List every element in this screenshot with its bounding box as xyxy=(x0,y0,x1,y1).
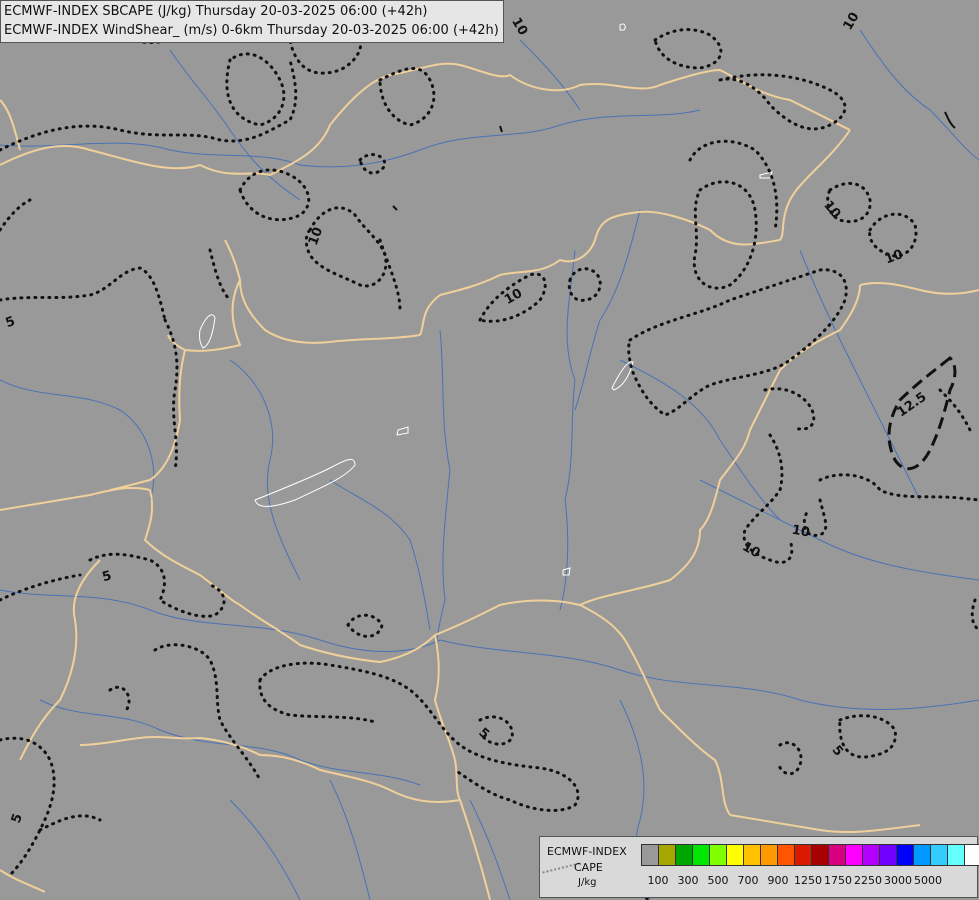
legend-tick-label: 500 xyxy=(707,874,729,887)
map-title-box: ECMWF-INDEX SBCAPE (J/kg) Thursday 20-03… xyxy=(0,0,504,43)
legend-swatch xyxy=(828,844,846,866)
legend-swatch xyxy=(709,844,727,866)
legend-tick-label: 1750 xyxy=(824,874,852,887)
legend-tick-label: 1250 xyxy=(794,874,822,887)
legend-swatch xyxy=(658,844,676,866)
legend-unit: J/kg xyxy=(578,877,597,888)
title-windshear: ECMWF-INDEX WindShear_ (m/s) 0-6km Thurs… xyxy=(4,23,499,38)
legend-swatch xyxy=(641,844,659,866)
legend-swatch xyxy=(930,844,948,866)
legend-tick-label: 3000 xyxy=(884,874,912,887)
legend-variable: CAPE xyxy=(574,861,603,874)
legend-swatch xyxy=(726,844,744,866)
legend-swatch xyxy=(862,844,880,866)
legend-swatch xyxy=(675,844,693,866)
legend-swatch xyxy=(896,844,914,866)
legend-color-scale xyxy=(641,844,979,866)
legend-tick-label: 300 xyxy=(677,874,699,887)
legend-swatch xyxy=(794,844,812,866)
legend-swatch xyxy=(777,844,795,866)
legend-tick-label: 100 xyxy=(647,874,669,887)
contour-label: 10 xyxy=(791,523,811,541)
legend-swatch xyxy=(964,844,979,866)
legend-swatch xyxy=(692,844,710,866)
weather-map: 10 10 10 10 10 10 10 12.5 5 5 5 5 5 10 xyxy=(0,0,979,900)
legend-swatch xyxy=(913,844,931,866)
legend-swatch xyxy=(760,844,778,866)
legend-swatch xyxy=(743,844,761,866)
legend-swatch xyxy=(947,844,965,866)
legend-swatch xyxy=(811,844,829,866)
legend-tick-label: 5000 xyxy=(914,874,942,887)
legend-tick-label: 900 xyxy=(767,874,789,887)
legend-model-name: ECMWF-INDEX xyxy=(547,845,627,858)
legend-tick-label: 2250 xyxy=(854,874,882,887)
legend-swatch xyxy=(845,844,863,866)
title-sbcape: ECMWF-INDEX SBCAPE (J/kg) Thursday 20-03… xyxy=(4,4,428,19)
cape-legend: ECMWF-INDEX CAPE J/kg 100 300 500 700 900 125… xyxy=(539,836,979,898)
legend-tick-label: 700 xyxy=(737,874,759,887)
legend-swatch xyxy=(879,844,897,866)
